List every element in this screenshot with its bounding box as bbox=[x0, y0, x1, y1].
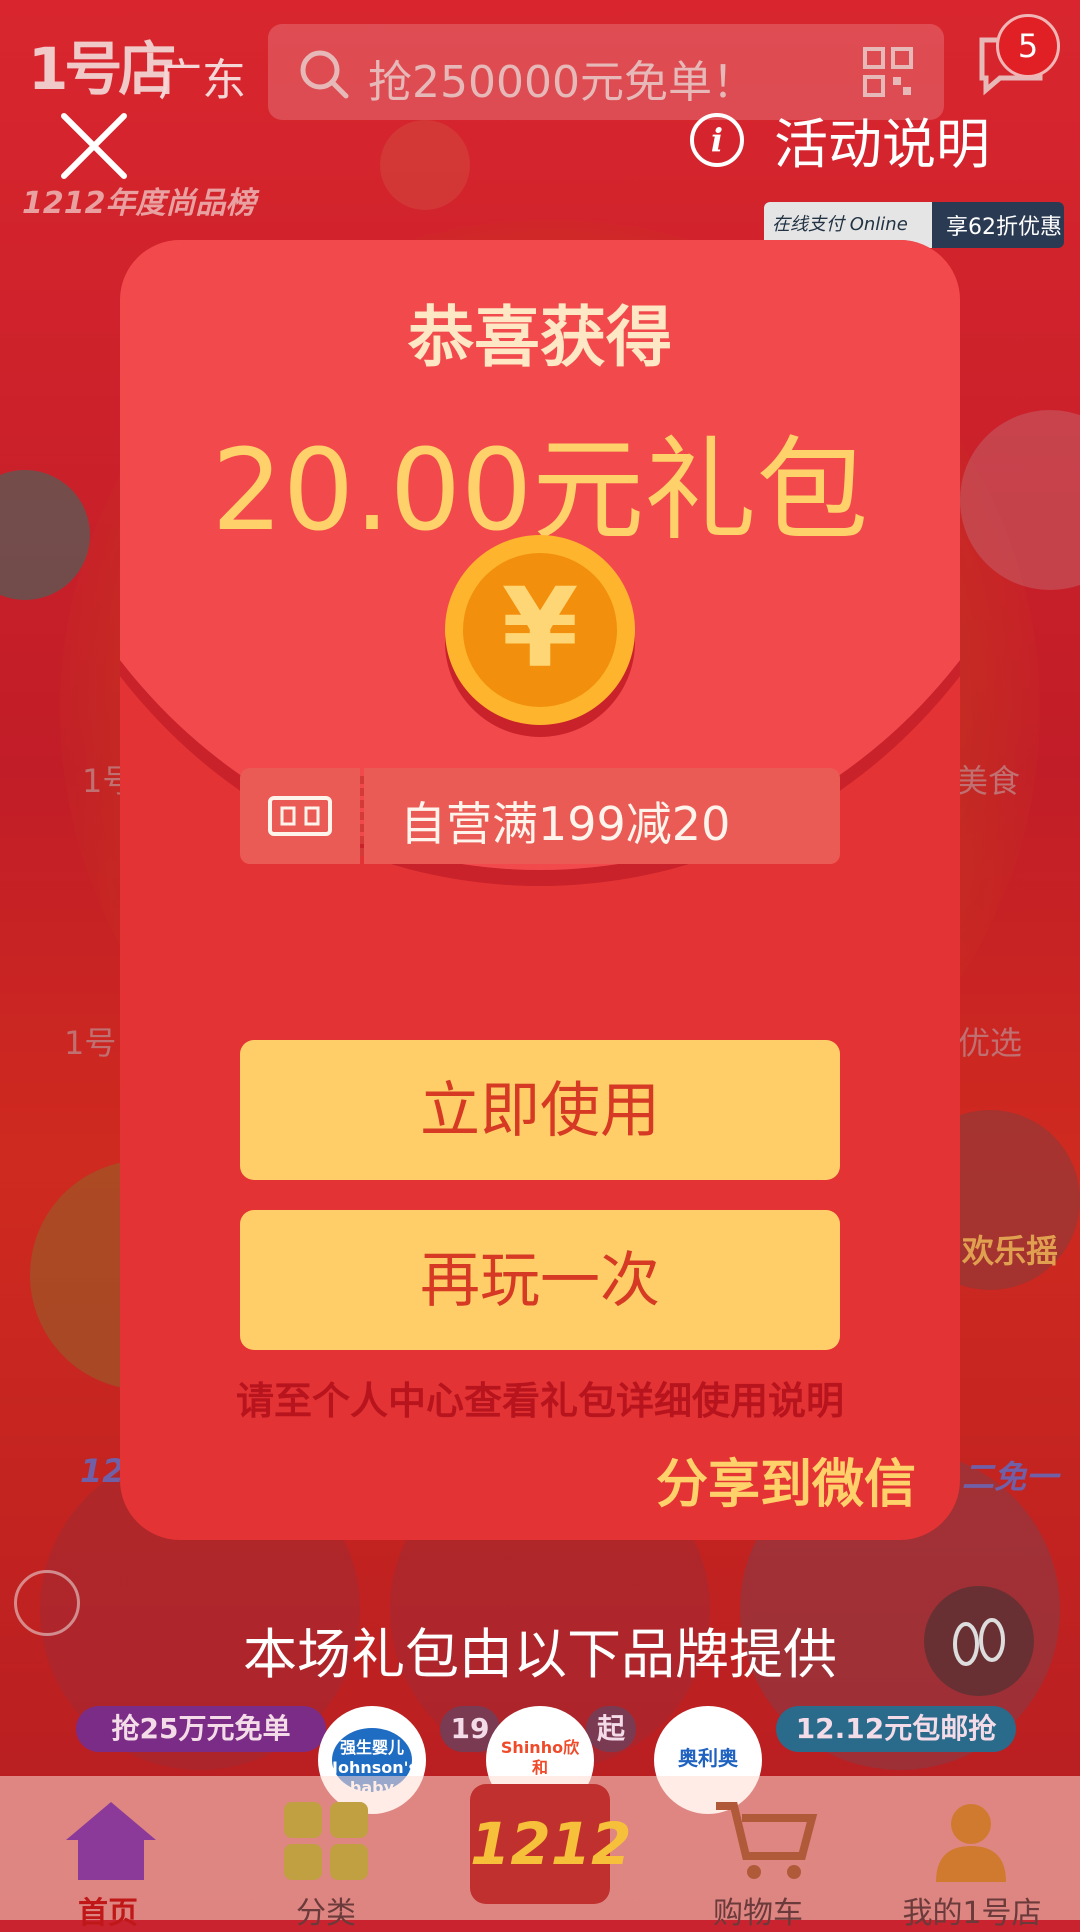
app-logo[interactable]: 1号店 bbox=[28, 22, 176, 106]
coupon-text: 自营满199减20 bbox=[400, 797, 731, 851]
tab-label: 我的1号店 bbox=[902, 1896, 1042, 1931]
tab-label: 分类 bbox=[296, 1896, 356, 1931]
bg-pill: 起 bbox=[586, 1706, 636, 1752]
activity-info-link[interactable]: i 活动说明 bbox=[690, 100, 990, 179]
bg-pill: 12.12元包邮抢 bbox=[776, 1706, 1016, 1752]
gift-usage-note: 请至个人中心查看礼包详细使用说明 bbox=[235, 1379, 844, 1423]
home-icon bbox=[66, 1802, 156, 1880]
bg-pill: 抢25万元免单 bbox=[76, 1706, 326, 1752]
coupon-stub bbox=[240, 768, 360, 864]
coupon-ticket: 自营满199减20 bbox=[240, 768, 840, 864]
bg-bubble bbox=[380, 120, 470, 210]
info-icon: i bbox=[690, 112, 744, 167]
event-1212-icon: 1212 bbox=[470, 1784, 631, 1904]
coin-icon: ¥ bbox=[445, 535, 635, 725]
user-icon bbox=[936, 1804, 1006, 1882]
message-count-badge: 5 bbox=[996, 14, 1060, 78]
ticket-icon bbox=[268, 796, 332, 836]
category-icon bbox=[284, 1802, 368, 1880]
bg-label: 二免一 bbox=[962, 1458, 1059, 1496]
cart-icon bbox=[716, 1802, 818, 1879]
tab-label: 首页 bbox=[78, 1896, 138, 1931]
region-selector[interactable]: 广东 bbox=[158, 44, 246, 108]
qr-scan-icon[interactable] bbox=[862, 46, 914, 98]
use-now-button[interactable]: 立即使用 bbox=[240, 1040, 840, 1180]
bg-label: 欢乐摇 bbox=[962, 1232, 1059, 1270]
coupon-body: 自营满199减20 bbox=[364, 768, 840, 864]
red-envelope-modal: 恭喜获得 20.00元礼包 ¥ 自营满199减20 立即使用 再玩一次 请至个人… bbox=[120, 240, 960, 1540]
play-again-button[interactable]: 再玩一次 bbox=[240, 1210, 840, 1350]
promo-tagline: 1212年度尚品榜 bbox=[22, 186, 256, 221]
brands-title: 本场礼包由以下品牌提供 bbox=[243, 1623, 837, 1686]
tab-label: 购物车 bbox=[713, 1896, 803, 1931]
share-to-wechat-link[interactable]: 分享到微信 bbox=[656, 1442, 916, 1517]
bg-label: 美食 bbox=[956, 762, 1021, 800]
activity-info-label: 活动说明 bbox=[774, 113, 990, 176]
yuan-symbol: ¥ bbox=[463, 553, 617, 707]
modal-title: 恭喜获得 bbox=[408, 299, 672, 376]
close-icon[interactable] bbox=[58, 110, 130, 182]
bottom-tab-bar: 首页 分类 1212 购物车 我的1号店 bbox=[0, 1776, 1080, 1931]
bg-label: 1号 bbox=[64, 1024, 117, 1062]
unionpay-offer: 享62折优惠 bbox=[946, 215, 1062, 240]
bg-label: 优选 bbox=[958, 1024, 1023, 1062]
search-icon bbox=[300, 50, 349, 99]
